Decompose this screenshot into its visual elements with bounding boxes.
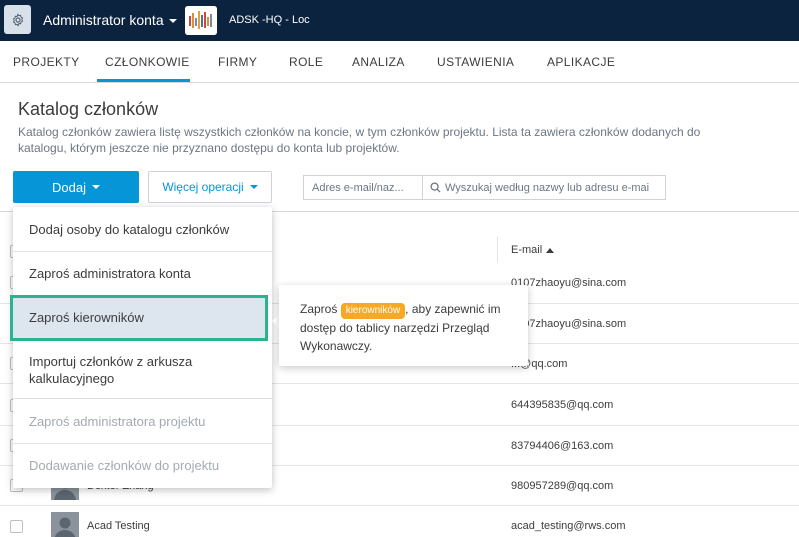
chevron-down-icon [91, 185, 100, 189]
tab-analiza[interactable]: ANALIZA [352, 55, 405, 69]
feature-tooltip: Zaproś kierowników, aby zapewnić im dost… [279, 285, 528, 366]
row-email: 644395835@qq.com [511, 399, 614, 411]
page-description: Katalog członków zawiera listę wszystkic… [18, 125, 701, 155]
menu-item-invite-executives[interactable]: Zaproś kierowników [13, 309, 272, 326]
menu-item-invite-account-admin[interactable]: Zaproś administratora konta [13, 265, 272, 282]
tooltip-badge: kierowników [340, 303, 406, 319]
email-header-label: E-mail [511, 244, 543, 256]
tooltip-prefix: Zaproś [300, 302, 338, 316]
settings-button[interactable] [4, 5, 31, 34]
tab-czlonkowie[interactable]: CZŁONKOWIE [105, 55, 190, 69]
top-bar: Administrator konta ADSK -HQ - Loc [0, 0, 799, 41]
menu-item-add-project-members[interactable]: Dodawanie członków do projektu [13, 457, 272, 474]
row-email: 980957289@qq.com [511, 480, 614, 492]
more-actions-button[interactable]: Więcej operacji [148, 171, 272, 203]
row-email: 0107zhaoyu@sina.com [511, 277, 627, 289]
row-email: acad_testing@rws.com [511, 520, 626, 532]
column-divider [497, 236, 498, 262]
search-input[interactable]: Wyszukaj według nazwy lub adresu e-mai [422, 175, 666, 200]
menu-divider [13, 398, 272, 399]
tab-firmy[interactable]: FIRMY [218, 55, 257, 69]
gear-icon [12, 13, 23, 26]
menu-divider [13, 443, 272, 444]
tab-projekty[interactable]: PROJEKTY [13, 55, 80, 69]
active-tab-indicator [97, 79, 190, 82]
email-column-header[interactable]: E-mail [511, 244, 555, 256]
chevron-down-icon [249, 185, 258, 189]
chevron-down-icon [168, 19, 177, 24]
row-checkbox[interactable] [10, 520, 23, 533]
avatar [51, 512, 79, 537]
project-image-icon [185, 6, 217, 35]
add-button-label: Dodaj [52, 179, 86, 195]
sort-ascending-icon [546, 247, 555, 253]
menu-item-add-to-directory[interactable]: Dodaj osoby do katalogu członków [13, 221, 272, 238]
add-dropdown-menu: Dodaj osoby do katalogu członków Zaproś … [10, 207, 272, 488]
tab-ustawienia[interactable]: USTAWIENIA [437, 55, 514, 69]
search-placeholder: Wyszukaj według nazwy lub adresu e-mai [445, 182, 650, 194]
user-avatar-icon [51, 512, 79, 537]
add-button[interactable]: Dodaj [13, 171, 139, 203]
account-title: Administrator konta [43, 12, 164, 28]
row-email: 0107zhaoyu@sina.som [511, 318, 627, 330]
more-actions-label: Więcej operacji [162, 180, 244, 194]
menu-item-invite-project-admin[interactable]: Zaproś administratora projektu [13, 413, 272, 430]
table-row[interactable]: Acad Testing acad_testing@rws.com [0, 506, 799, 537]
tab-aplikacje[interactable]: APLIKACJE [547, 55, 615, 69]
tooltip-text: Zaproś kierowników, aby zapewnić im dost… [300, 300, 520, 355]
row-email: 83794406@163.com [511, 440, 614, 452]
main-nav: PROJEKTY CZŁONKOWIE FIRMY ROLE ANALIZA U… [0, 41, 799, 83]
search-icon [430, 182, 441, 193]
tab-role[interactable]: ROLE [289, 55, 323, 69]
menu-divider [13, 251, 272, 252]
page-title: Katalog członków [18, 99, 159, 119]
account-switcher[interactable]: Administrator konta [43, 12, 177, 28]
project-name[interactable]: ADSK -HQ - Loc [229, 14, 310, 26]
project-thumbnail[interactable] [185, 6, 217, 35]
row-name[interactable]: Acad Testing [87, 520, 150, 532]
search-filter-select[interactable]: Adres e-mail/naz... [303, 175, 422, 200]
menu-item-import-from-spreadsheet[interactable]: Importuj członków z arkusza kalkulacyjne… [13, 353, 233, 387]
